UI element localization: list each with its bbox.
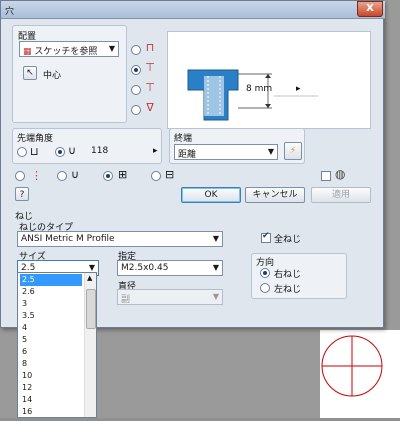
chevron-down-icon: ▼ [267, 147, 274, 156]
countersink-hole-icon: ∇ [146, 101, 154, 114]
termination-select[interactable]: 距離 ▼ [174, 144, 278, 160]
close-button[interactable]: X [357, 1, 383, 17]
size-option[interactable]: 2.6 [20, 286, 82, 298]
full-thread-checkbox[interactable] [261, 231, 271, 243]
depth-value[interactable]: 8 mm [246, 84, 272, 94]
sketch-icon: ▦ [23, 47, 32, 57]
hole-type-counterbore-radio[interactable] [131, 65, 141, 75]
center-select-button[interactable]: ↖ [23, 66, 37, 80]
thread-type-select[interactable]: ANSI Metric M Profile ▼ [17, 231, 223, 247]
size-dropdown-list[interactable]: 2.5 2.6 3 3.5 4 5 6 8 10 12 14 16 ▲ [17, 272, 97, 418]
diameter-value: 副 [121, 295, 131, 305]
taper-tapped-hole-icon: ⊟ [165, 168, 175, 181]
termination-value: 距離 [178, 150, 197, 160]
size-option[interactable]: 12 [20, 382, 82, 394]
hole-circle-sketch[interactable] [320, 330, 400, 418]
spotface-hole-icon: ⊤ [145, 81, 155, 94]
size-option[interactable]: 3 [20, 298, 82, 310]
scroll-up-icon[interactable]: ▲ [87, 274, 92, 282]
size-option[interactable]: 2.5 [20, 274, 82, 286]
hole-type-countersink-radio[interactable] [131, 105, 141, 115]
simple-hole-radio[interactable] [15, 171, 25, 181]
termination-label: 終端 [174, 134, 193, 144]
drill-point-panel: 先端角度 ⊔ ∪ 118 ▸ [12, 128, 162, 164]
hole-preview-graphic [187, 69, 318, 121]
size-list-scrollbar[interactable]: ▲ [84, 273, 96, 417]
placement-panel: 配置 ▦ スケッチを参照 ▼ ↖ 中心 [12, 25, 127, 123]
chevron-down-icon: ▼ [212, 234, 219, 243]
tapped-hole-icon: ⊞ [118, 168, 128, 181]
placement-mode-select[interactable]: ▦ スケッチを参照 ▼ [19, 41, 119, 57]
size-option[interactable]: 8 [20, 358, 82, 370]
apply-button[interactable]: 適用 [311, 187, 371, 203]
size-option[interactable]: 4 [20, 322, 82, 334]
chevron-down-icon: ▼ [108, 44, 115, 53]
size-option[interactable]: 3.5 [20, 310, 82, 322]
ok-button[interactable]: OK [181, 187, 241, 203]
chevron-down-icon: ▼ [212, 292, 219, 301]
angle-point-radio[interactable] [55, 147, 65, 157]
counterbore-hole-icon: ⊤ [145, 61, 155, 74]
chevron-down-icon: ▼ [212, 263, 219, 272]
window-title: 穴 [5, 7, 15, 17]
angle-point-icon: ∪ [68, 144, 77, 157]
size-option[interactable]: 10 [20, 370, 82, 382]
hole-type-spotface-radio[interactable] [131, 85, 141, 95]
drill-angle-arrow-icon[interactable]: ▸ [153, 146, 158, 156]
canvas-viewport[interactable] [320, 330, 400, 418]
drilled-hole-icon: ⊓ [145, 41, 155, 54]
flip-direction-button[interactable]: ⚡ [284, 142, 302, 160]
clearance-hole-radio[interactable] [57, 171, 67, 181]
preview-checkbox[interactable] [321, 171, 331, 181]
hole-preview: 8 mm ▸ [167, 31, 371, 129]
size-option[interactable]: 5 [20, 334, 82, 346]
simple-hole-icon: ⋮ [31, 169, 42, 182]
placement-mode-value: スケッチを参照 [34, 47, 98, 57]
size-option[interactable]: 14 [20, 394, 82, 406]
drill-angle-value[interactable]: 118 [91, 146, 108, 156]
direction-panel: 方向 右ねじ 左ねじ [251, 253, 347, 299]
right-hand-label: 右ねじ [274, 270, 302, 280]
flat-point-icon: ⊔ [30, 145, 39, 158]
tapped-hole-radio[interactable] [103, 171, 113, 181]
designation-select[interactable]: M2.5x0.45 ▼ [117, 260, 223, 276]
diameter-select[interactable]: 副 ▼ [117, 289, 223, 305]
cancel-button[interactable]: キャンセル [245, 187, 305, 203]
clearance-hole-icon: ∪ [71, 168, 80, 181]
title-bar[interactable]: 穴 X [1, 1, 385, 19]
right-hand-radio[interactable] [260, 268, 270, 278]
flat-point-radio[interactable] [17, 147, 27, 157]
center-label: 中心 [43, 71, 62, 81]
preview-ball-icon[interactable]: ◍ [335, 167, 345, 181]
designation-value: M2.5x0.45 [121, 263, 169, 273]
thread-type-value: ANSI Metric M Profile [21, 234, 115, 244]
hole-type-drilled-radio[interactable] [131, 45, 141, 55]
full-thread-label: 全ねじ [274, 235, 302, 245]
depth-arrow-icon: ▸ [296, 84, 301, 94]
chevron-down-icon: ▼ [88, 263, 95, 272]
size-option[interactable]: 16 [20, 406, 82, 418]
left-hand-radio[interactable] [260, 283, 270, 293]
drill-point-label: 先端角度 [17, 134, 54, 144]
termination-panel: 終端 距離 ▼ ⚡ [169, 128, 305, 164]
size-option[interactable]: 6 [20, 346, 82, 358]
direction-label: 方向 [256, 258, 275, 268]
taper-tapped-hole-radio[interactable] [151, 171, 161, 181]
scroll-thumb[interactable] [86, 289, 96, 329]
left-hand-label: 左ねじ [274, 285, 302, 295]
help-button[interactable]: ? [15, 187, 29, 201]
